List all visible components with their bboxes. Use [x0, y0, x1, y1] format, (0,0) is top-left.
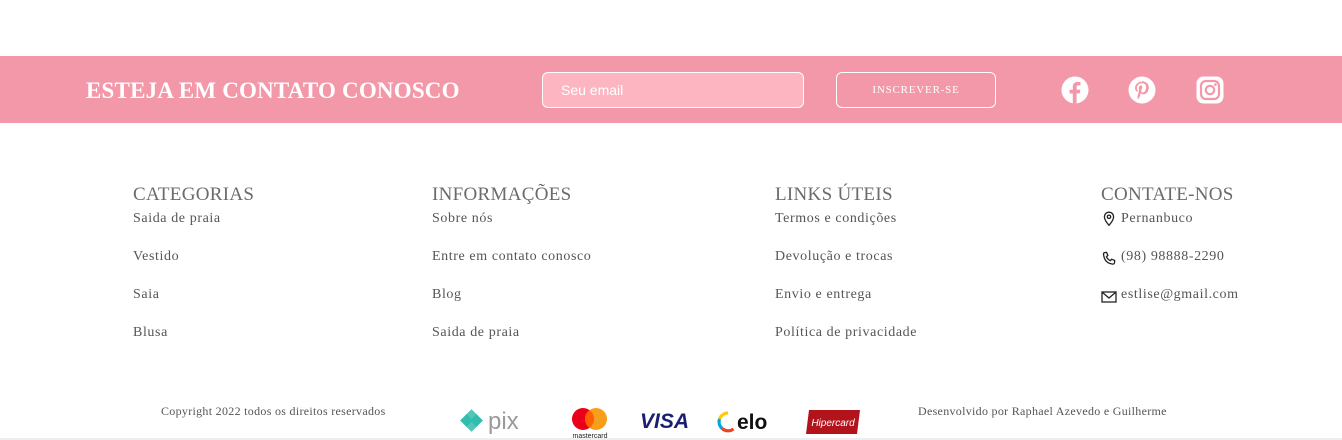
list-item[interactable]: Blog: [432, 286, 591, 324]
useful-links-heading: LINKS ÚTEIS: [775, 184, 893, 205]
visa-logo: VISA: [640, 410, 692, 432]
useful-link[interactable]: Termos e condições: [775, 211, 897, 226]
useful-link[interactable]: Política de privacidade: [775, 325, 917, 340]
contact-email[interactable]: estlise@gmail.com: [1101, 286, 1239, 324]
info-list: Sobre nós Entre em contato conosco Blog …: [432, 210, 591, 362]
visa-label: VISA: [640, 410, 689, 432]
pinterest-icon[interactable]: [1128, 76, 1156, 104]
facebook-icon[interactable]: [1061, 76, 1089, 104]
pix-logo: pix: [458, 408, 540, 436]
info-heading: INFORMAÇÕES: [432, 184, 572, 205]
newsletter-bar: ESTEJA EM CONTATO CONOSCO INSCREVER-SE: [0, 56, 1342, 123]
useful-links-list: Termos e condições Devolução e trocas En…: [775, 210, 917, 362]
list-item[interactable]: Saia: [133, 286, 254, 324]
contact-location-text: Pernanbuco: [1121, 211, 1194, 226]
contact-phone-text[interactable]: (98) 98888-2290: [1121, 248, 1225, 266]
contact-email-text[interactable]: estlise@gmail.com: [1121, 286, 1239, 304]
info-link[interactable]: Sobre nós: [432, 211, 493, 226]
useful-link[interactable]: Envio e entrega: [775, 287, 872, 302]
list-item[interactable]: Blusa: [133, 324, 254, 362]
copyright-text: Copyright 2022 todos os direitos reserva…: [161, 404, 386, 418]
list-item[interactable]: Política de privacidade: [775, 324, 917, 362]
instagram-icon[interactable]: [1196, 76, 1224, 104]
contact-column: CONTATE-NOS Pernanbuco (98) 98888-2290 e…: [1101, 184, 1239, 324]
email-input[interactable]: [542, 72, 804, 108]
mastercard-logo: mastercard: [566, 404, 614, 440]
contact-list: Pernanbuco (98) 98888-2290 estlise@gmail…: [1101, 210, 1239, 324]
mail-icon: [1101, 289, 1117, 305]
pix-label: pix: [488, 408, 519, 435]
category-link[interactable]: Saia: [133, 287, 160, 302]
contact-phone[interactable]: (98) 98888-2290: [1101, 248, 1239, 286]
hipercard-label: Hipercard: [811, 418, 855, 429]
list-item[interactable]: Devolução e trocas: [775, 248, 917, 286]
info-link[interactable]: Entre em contato conosco: [432, 249, 591, 264]
elo-label: elo: [737, 411, 767, 434]
phone-icon: [1101, 251, 1117, 267]
categories-heading: CATEGORIAS: [133, 184, 255, 205]
list-item[interactable]: Entre em contato conosco: [432, 248, 591, 286]
useful-links-column: LINKS ÚTEIS Termos e condições Devolução…: [775, 184, 917, 362]
category-link[interactable]: Vestido: [133, 249, 179, 264]
info-link[interactable]: Saida de praia: [432, 325, 520, 340]
useful-link[interactable]: Devolução e trocas: [775, 249, 893, 264]
credits-text: Desenvolvido por Raphael Azevedo e Guilh…: [918, 404, 1167, 418]
list-item[interactable]: Termos e condições: [775, 210, 917, 248]
categories-column: CATEGORIAS Saida de praia Vestido Saia B…: [133, 184, 254, 362]
location-pin-icon: [1101, 211, 1117, 227]
list-item[interactable]: Saida de praia: [432, 324, 591, 362]
contact-location: Pernanbuco: [1101, 210, 1239, 248]
category-link[interactable]: Saida de praia: [133, 211, 221, 226]
newsletter-title: ESTEJA EM CONTATO CONOSCO: [86, 78, 460, 103]
subscribe-button[interactable]: INSCREVER-SE: [836, 72, 996, 108]
contact-heading: CONTATE-NOS: [1101, 184, 1234, 205]
hipercard-logo: Hipercard: [805, 409, 861, 435]
list-item[interactable]: Vestido: [133, 248, 254, 286]
list-item[interactable]: Sobre nós: [432, 210, 591, 248]
info-column: INFORMAÇÕES Sobre nós Entre em contato c…: [432, 184, 591, 362]
list-item[interactable]: Saida de praia: [133, 210, 254, 248]
category-link[interactable]: Blusa: [133, 325, 168, 340]
categories-list: Saida de praia Vestido Saia Blusa: [133, 210, 254, 362]
info-link[interactable]: Blog: [432, 287, 462, 302]
list-item[interactable]: Envio e entrega: [775, 286, 917, 324]
elo-logo: elo: [717, 410, 779, 434]
